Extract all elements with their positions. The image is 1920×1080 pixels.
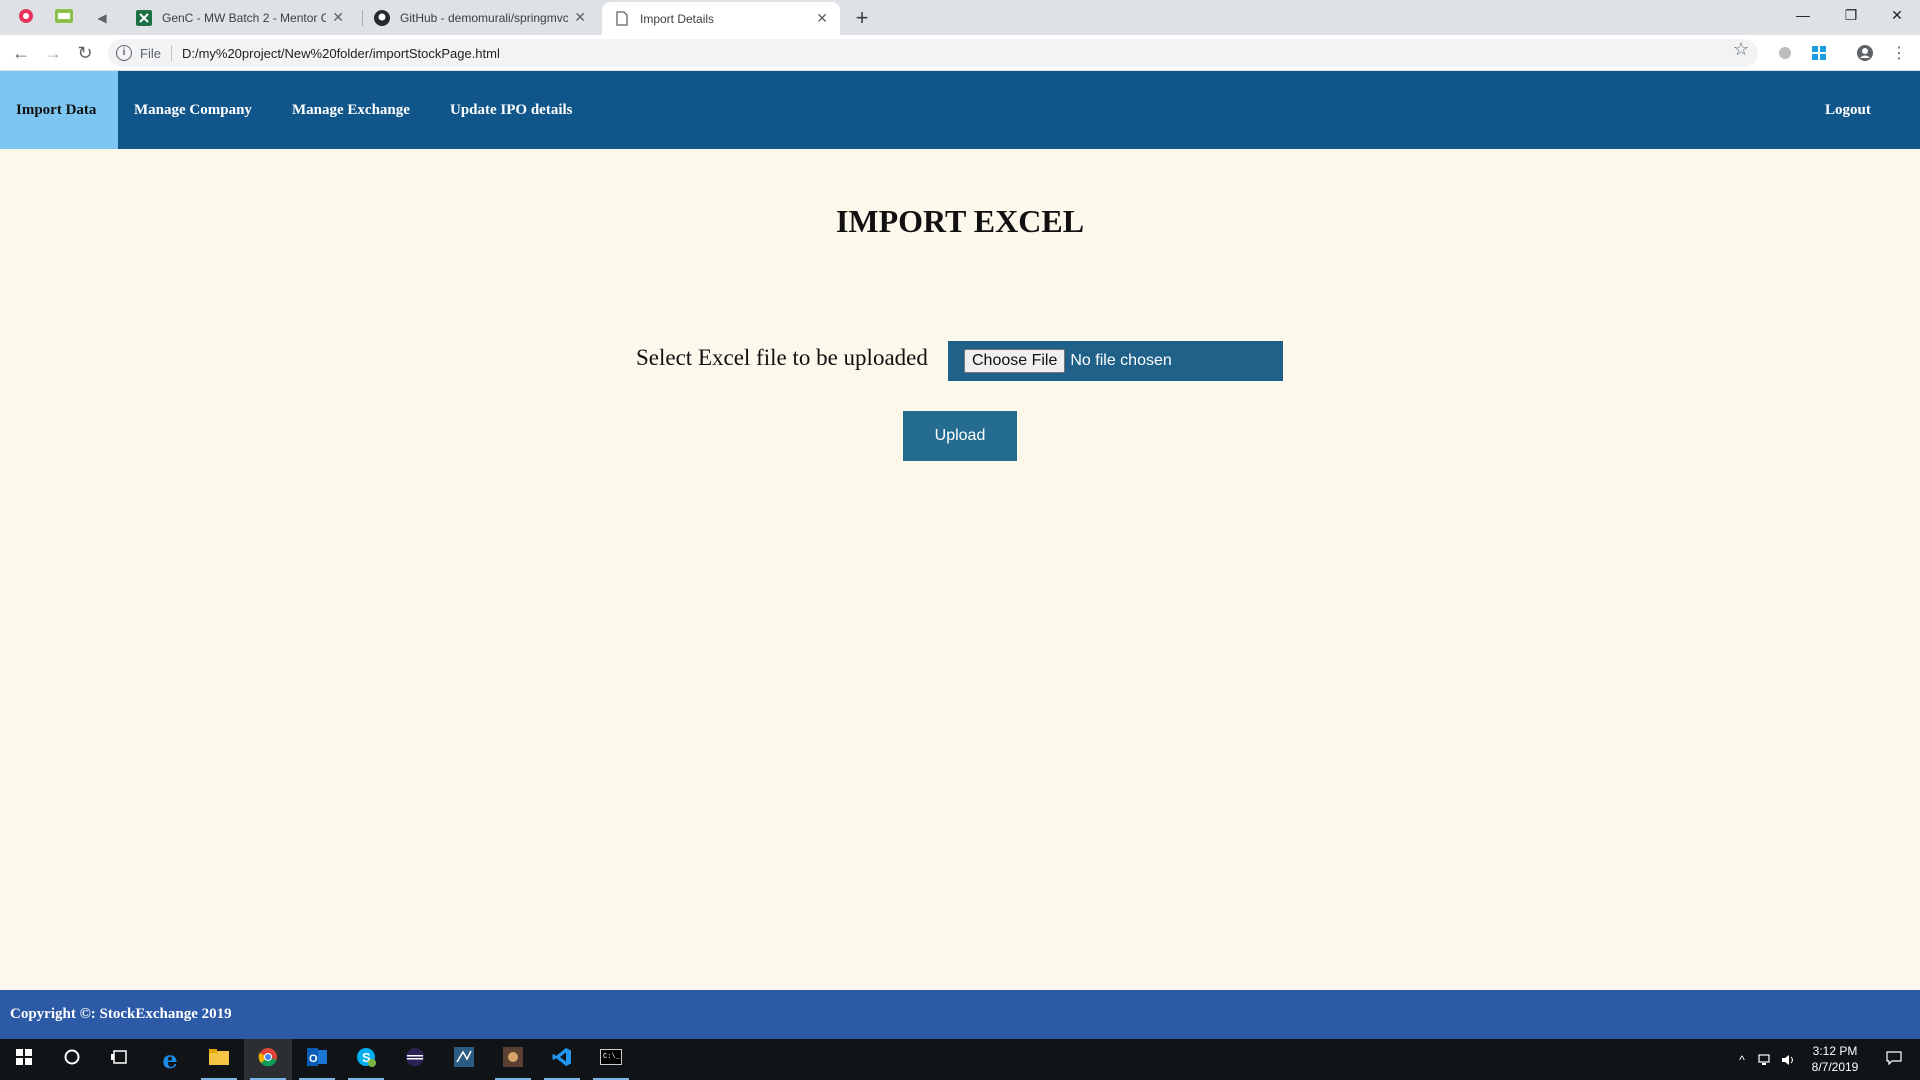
upload-button[interactable]: Upload — [903, 411, 1017, 461]
taskbar-mysql-workbench[interactable] — [440, 1039, 488, 1080]
edge-icon: e — [162, 1045, 178, 1074]
taskbar-chrome[interactable] — [244, 1039, 292, 1080]
skype-icon: S — [356, 1047, 376, 1072]
taskbar-skype[interactable]: S — [342, 1039, 390, 1080]
search-button[interactable] — [48, 1039, 96, 1080]
eclipse-icon — [405, 1047, 425, 1072]
copyright-text: Copyright ©: StockExchange 2019 — [10, 1006, 232, 1022]
tab-github[interactable]: GitHub - demomurali/springmvc ✕ — [362, 0, 598, 35]
extension-icon — [55, 8, 73, 28]
github-icon — [374, 9, 390, 26]
nav-import-data[interactable]: Import Data — [0, 71, 118, 149]
close-icon[interactable]: ✕ — [816, 10, 828, 27]
cortana-circle-icon — [64, 1049, 80, 1070]
clock-time: 3:12 PM — [1812, 1044, 1858, 1058]
profile-avatar-icon[interactable] — [1855, 43, 1875, 63]
pinned-tab-record[interactable] — [6, 4, 46, 32]
url-divider — [170, 45, 172, 61]
taskbar-file-explorer[interactable] — [195, 1039, 243, 1080]
close-window-button[interactable]: ✕ — [1874, 0, 1920, 30]
new-tab-button[interactable]: + — [850, 5, 874, 31]
minimize-button[interactable]: — — [1780, 0, 1826, 30]
pinned-tab-extension[interactable] — [44, 4, 84, 32]
terminal-icon: C:\_ — [600, 1049, 622, 1070]
extension-circle-icon[interactable] — [1775, 43, 1795, 63]
nav-logout[interactable]: Logout — [1809, 71, 1887, 149]
chrome-icon — [258, 1047, 278, 1072]
clock-date: 8/7/2019 — [1811, 1060, 1859, 1074]
back-button[interactable]: ← — [9, 41, 33, 65]
speaker-icon: ◀ — [97, 11, 107, 25]
document-icon — [614, 11, 630, 27]
top-navigation: Import Data Manage Company Manage Exchan… — [0, 71, 1920, 149]
pinned-tab-muted[interactable]: ◀ — [82, 4, 122, 32]
workbench-icon — [454, 1047, 474, 1072]
taskbar-outlook[interactable]: O — [293, 1039, 341, 1080]
task-view-icon — [111, 1049, 129, 1070]
tomcat-icon — [503, 1047, 523, 1072]
windows-extension-icon[interactable] — [1809, 43, 1829, 63]
address-bar[interactable]: i File D:/my%20project/New%20folder/impo… — [108, 39, 1758, 67]
tab-title: GenC - MW Batch 2 - Mentor Co — [162, 10, 327, 25]
system-clock[interactable]: 3:12 PM 8/7/2019 — [1800, 1043, 1870, 1075]
close-icon[interactable]: ✕ — [574, 9, 586, 26]
folder-icon — [209, 1049, 229, 1070]
notification-icon — [1886, 1051, 1902, 1068]
task-view-button[interactable] — [96, 1039, 144, 1080]
reload-button[interactable]: ↻ — [73, 41, 97, 65]
tab-import-details[interactable]: Import Details ✕ — [602, 2, 840, 35]
record-icon — [18, 8, 34, 29]
network-icon[interactable] — [1755, 1039, 1777, 1080]
arrow-right-icon: → — [44, 42, 62, 63]
menu-kebab-icon[interactable]: ⋮ — [1889, 43, 1909, 63]
nav-manage-company[interactable]: Manage Company — [118, 71, 268, 149]
browser-toolbar: ← → ↻ i File D:/my%20project/New%20folde… — [0, 35, 1920, 71]
file-input[interactable]: Choose File No file chosen — [948, 341, 1283, 381]
page-footer: Copyright ©: StockExchange 2019 — [0, 990, 1920, 1039]
nav-update-ipo[interactable]: Update IPO details — [434, 71, 589, 149]
arrow-left-icon: ← — [12, 42, 30, 63]
info-icon[interactable]: i — [116, 45, 132, 61]
browser-tab-strip: ◀ GenC - MW Batch 2 - Mentor Co ✕ GitHub… — [0, 0, 1920, 35]
reload-icon: ↻ — [77, 42, 93, 63]
outlook-icon: O — [307, 1048, 327, 1071]
tray-overflow-chevron-icon[interactable]: ^ — [1734, 1039, 1750, 1080]
tab-title: GitHub - demomurali/springmvc — [400, 10, 569, 25]
page-title: IMPORT EXCEL — [835, 203, 1085, 239]
tab-title: Import Details — [640, 11, 715, 26]
taskbar-vscode[interactable] — [538, 1039, 586, 1080]
file-upload-label: Select Excel file to be uploaded — [636, 345, 928, 370]
windows-logo-icon — [16, 1049, 32, 1070]
start-button[interactable] — [0, 1039, 48, 1080]
file-status-text: No file chosen — [1070, 352, 1172, 369]
taskbar-app-tomcat[interactable] — [489, 1039, 537, 1080]
windows-taskbar: e O S C:\_ ^ 3:12 PM 8/7/2019 — [0, 1039, 1920, 1080]
close-icon[interactable]: ✕ — [332, 9, 344, 26]
url-text[interactable]: D:/my%20project/New%20folder/importStock… — [182, 46, 500, 61]
taskbar-edge[interactable]: e — [146, 1039, 194, 1080]
svg-text:O: O — [309, 1053, 318, 1065]
action-center-button[interactable] — [1874, 1039, 1914, 1080]
bookmark-star-icon[interactable]: ☆ — [1733, 39, 1749, 60]
svg-text:C:\_: C:\_ — [603, 1053, 621, 1061]
taskbar-cmd[interactable]: C:\_ — [587, 1039, 635, 1080]
choose-file-button[interactable]: Choose File — [964, 349, 1066, 373]
tab-genc[interactable]: GenC - MW Batch 2 - Mentor Co ✕ — [124, 0, 356, 35]
forward-button[interactable]: → — [41, 41, 65, 65]
volume-icon[interactable] — [1779, 1039, 1799, 1080]
vscode-icon — [552, 1047, 572, 1072]
url-scheme: File — [140, 45, 161, 61]
sheets-favicon-icon — [136, 9, 152, 26]
restore-button[interactable]: ❐ — [1828, 0, 1874, 30]
nav-manage-exchange[interactable]: Manage Exchange — [276, 71, 426, 149]
taskbar-eclipse[interactable] — [391, 1039, 439, 1080]
